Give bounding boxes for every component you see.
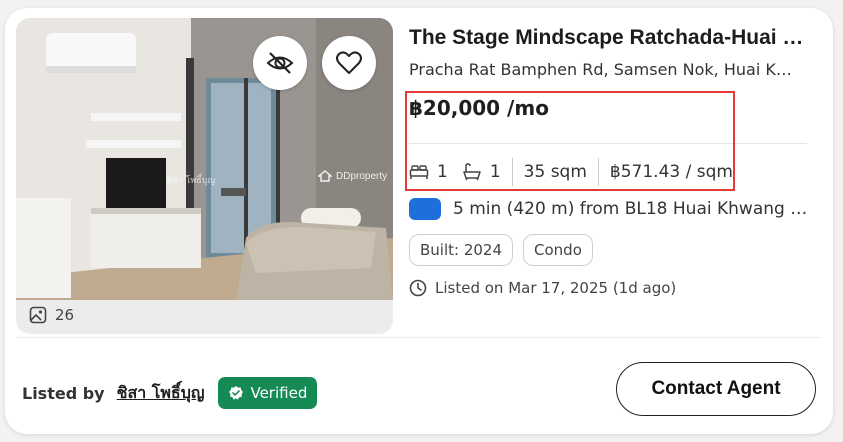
photo-gallery[interactable]: ชิสา โพธิ์บุญ DDproperty 26 xyxy=(16,18,393,334)
listed-by: Listed by ชิสา โพธิ์บุญ Verified xyxy=(22,377,318,409)
footer-divider xyxy=(16,337,822,338)
photo-watermark-text: DDproperty xyxy=(336,170,388,182)
eye-off-icon xyxy=(266,52,294,74)
listing-tags: Built: 2024 Condo xyxy=(409,234,593,266)
verified-label: Verified xyxy=(250,384,308,402)
contact-agent-button[interactable]: Contact Agent xyxy=(616,362,816,416)
transit-text: 5 min (420 m) from BL18 Huai Khwang MRT xyxy=(453,199,808,219)
listing-photo[interactable]: ชิสา โพธิ์บุญ DDproperty xyxy=(16,18,393,300)
photo-watermark: DDproperty xyxy=(318,170,387,182)
listing-address: Pracha Rat Bamphen Rd, Samsen Nok, Huai … xyxy=(409,60,801,79)
agent-name-link[interactable]: ชิสา โพธิ์บุญ xyxy=(117,381,205,406)
price-specs-highlight xyxy=(405,91,735,191)
photo-watermark-agent: ชิสา โพธิ์บุญ xyxy=(166,176,216,186)
image-icon xyxy=(29,306,47,324)
verified-badge-icon xyxy=(229,386,244,400)
listing-title[interactable]: The Stage Mindscape Ratchada-Huai Khwang xyxy=(409,26,804,50)
favorite-button[interactable] xyxy=(322,36,376,90)
ddproperty-logo-icon xyxy=(318,170,332,182)
listed-date: Listed on Mar 17, 2025 (1d ago) xyxy=(409,279,676,297)
tag-built-year: Built: 2024 xyxy=(409,234,514,266)
transit-info: 5 min (420 m) from BL18 Huai Khwang MRT xyxy=(409,198,809,220)
verified-badge: Verified xyxy=(218,377,318,409)
listed-date-text: Listed on Mar 17, 2025 (1d ago) xyxy=(435,279,677,297)
photo-count[interactable]: 26 xyxy=(29,306,74,324)
listed-by-label: Listed by xyxy=(22,383,105,403)
transit-line-badge xyxy=(409,198,441,220)
hide-listing-button[interactable] xyxy=(253,36,307,90)
clock-icon xyxy=(409,279,427,297)
heart-icon xyxy=(336,51,362,74)
tag-property-type: Condo xyxy=(523,234,593,266)
photo-count-value: 26 xyxy=(55,306,75,324)
